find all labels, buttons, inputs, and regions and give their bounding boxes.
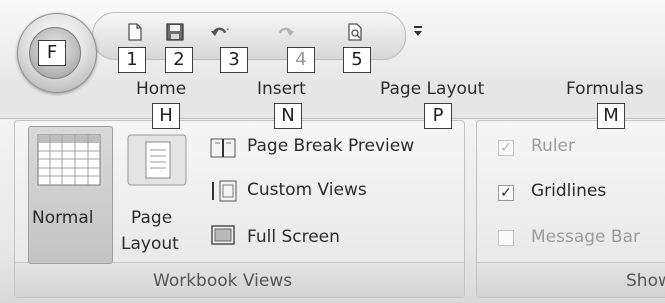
redo-icon[interactable] — [275, 22, 295, 42]
print-preview-icon[interactable] — [345, 22, 365, 42]
keytip-office: F — [38, 40, 66, 66]
page-layout-label-line1: Page — [131, 208, 173, 228]
new-document-icon[interactable] — [125, 22, 145, 42]
keytip-qat-2: 2 — [165, 47, 193, 73]
tab-home[interactable]: Home — [136, 79, 186, 99]
save-icon[interactable] — [165, 22, 185, 42]
full-screen-icon — [211, 225, 235, 245]
group-label-workbook-views: Workbook Views — [153, 271, 293, 291]
page-layout-icon — [127, 134, 187, 186]
customize-dropdown-icon[interactable] — [412, 24, 424, 38]
message-bar-label: Message Bar — [531, 227, 640, 247]
keytip-home: H — [152, 103, 180, 129]
page-break-preview-icon — [210, 138, 236, 158]
normal-label: Normal — [32, 208, 94, 228]
normal-grid-icon — [37, 134, 101, 186]
tab-page-layout[interactable]: Page Layout — [380, 79, 484, 99]
keytip-insert: N — [274, 103, 302, 129]
message-bar-checkbox[interactable] — [498, 230, 514, 246]
keytip-page-layout: P — [424, 103, 452, 129]
page-layout-label-line2: Layout — [121, 234, 179, 254]
tab-insert[interactable]: Insert — [257, 79, 306, 99]
ruler-label: Ruler — [531, 136, 575, 156]
keytip-qat-1: 1 — [118, 47, 146, 73]
custom-views-icon — [212, 180, 237, 202]
page-break-preview-label: Page Break Preview — [247, 136, 415, 156]
keytip-formulas: M — [597, 103, 625, 129]
keytip-qat-3: 3 — [220, 47, 248, 73]
group-label-show: Show — [626, 271, 665, 291]
full-screen-label: Full Screen — [247, 227, 340, 247]
ruler-checkbox[interactable]: ✓ — [498, 140, 514, 156]
undo-icon[interactable] — [210, 22, 230, 42]
keytip-qat-4: 4 — [287, 47, 315, 73]
gridlines-label: Gridlines — [531, 181, 607, 201]
custom-views-label: Custom Views — [247, 180, 367, 200]
tab-formulas[interactable]: Formulas — [566, 79, 644, 99]
keytip-qat-5: 5 — [343, 47, 371, 73]
gridlines-checkbox[interactable]: ✓ — [498, 185, 514, 201]
